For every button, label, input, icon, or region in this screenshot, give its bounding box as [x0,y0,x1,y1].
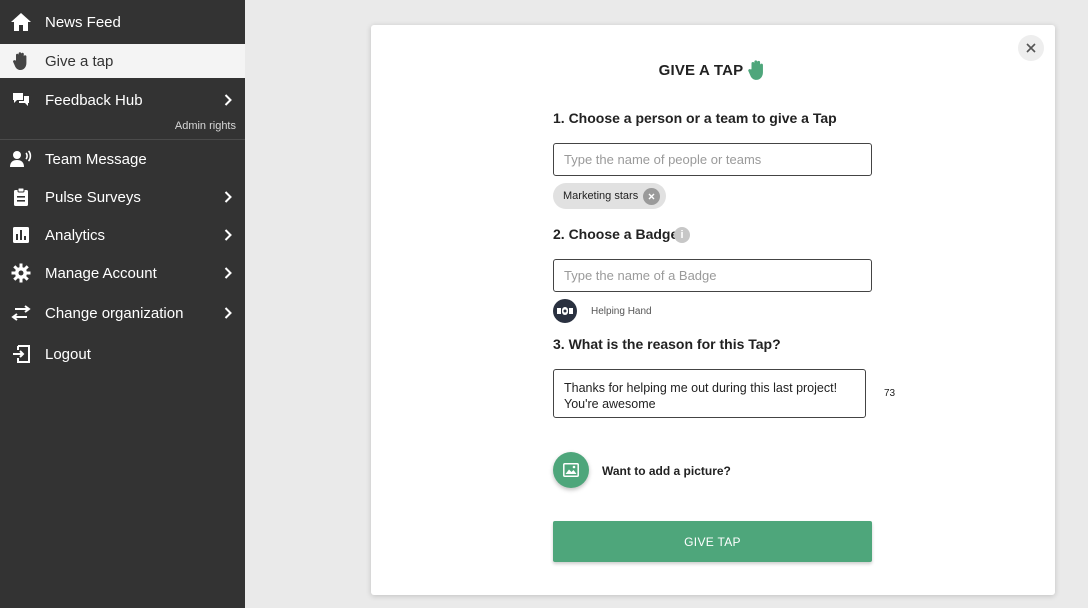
chevron-right-icon [223,307,233,319]
close-icon [1026,43,1036,53]
swap-arrows-icon [10,302,32,324]
sidebar-item-change-organization[interactable]: Change organization [0,295,245,331]
selected-badge[interactable]: Helping Hand [553,299,652,323]
admin-rights-note: Admin rights [174,120,236,132]
team-message-icon [10,148,32,170]
reason-textarea[interactable]: Thanks for helping me out during this la… [553,369,866,418]
clipboard-icon [10,186,32,208]
hand-icon [747,59,767,81]
sidebar-item-pulse-surveys[interactable]: Pulse Surveys [0,179,245,215]
divider [0,139,245,140]
step3-label: 3. What is the reason for this Tap? [553,336,781,352]
sidebar-item-label: News Feed [45,13,121,31]
sidebar-item-label: Logout [45,345,91,363]
add-picture-label[interactable]: Want to add a picture? [602,464,731,478]
title-text: GIVE A TAP [658,61,744,79]
sidebar-item-team-message[interactable]: Team Message [0,141,245,177]
gear-icon [10,262,32,284]
sidebar-item-label: Manage Account [45,264,157,282]
chat-icon [10,89,32,111]
char-count: 73 [884,388,896,399]
info-icon[interactable]: i [674,227,690,243]
give-tap-button[interactable]: GIVE TAP [553,521,872,562]
selected-recipient-chip: Marketing stars [553,183,667,209]
chevron-right-icon [223,229,233,241]
helping-hand-badge-icon [553,299,577,323]
recipient-search-input[interactable] [553,143,872,176]
analytics-icon [10,224,32,246]
sidebar-item-label: Feedback Hub [45,91,143,109]
badge-search-input[interactable] [553,259,872,292]
logout-icon [10,343,32,365]
sidebar-item-manage-account[interactable]: Manage Account [0,255,245,291]
step1-label: 1. Choose a person or a team to give a T… [553,110,837,126]
image-icon [563,463,579,477]
home-icon [10,11,32,33]
sidebar-item-feedback-hub[interactable]: Feedback Hub [0,82,245,118]
sidebar: News Feed Give a tap Feedback Hub Admin … [0,0,245,608]
chevron-right-icon [223,94,233,106]
sidebar-item-label: Pulse Surveys [45,188,141,206]
close-button[interactable] [1018,35,1044,61]
sidebar-item-label: Team Message [45,150,147,168]
remove-chip-button[interactable] [643,187,661,205]
modal-title: GIVE A TAP [371,59,1055,81]
sidebar-item-give-a-tap[interactable]: Give a tap [0,44,245,78]
sidebar-item-logout[interactable]: Logout [0,336,245,372]
badge-name: Helping Hand [591,305,652,317]
chevron-right-icon [223,191,233,203]
sidebar-item-analytics[interactable]: Analytics [0,217,245,253]
give-tap-modal: GIVE A TAP 1. Choose a person or a team … [371,25,1055,595]
sidebar-item-news-feed[interactable]: News Feed [0,0,245,44]
add-picture-button[interactable] [553,452,589,488]
chip-label: Marketing stars [563,190,639,202]
sidebar-item-label: Analytics [45,226,106,244]
sidebar-item-label: Give a tap [45,52,114,70]
sidebar-item-label: Change organization [45,304,184,322]
step2-label: 2. Choose a Badge [553,226,679,242]
chevron-right-icon [223,267,233,279]
hand-icon [10,50,32,72]
